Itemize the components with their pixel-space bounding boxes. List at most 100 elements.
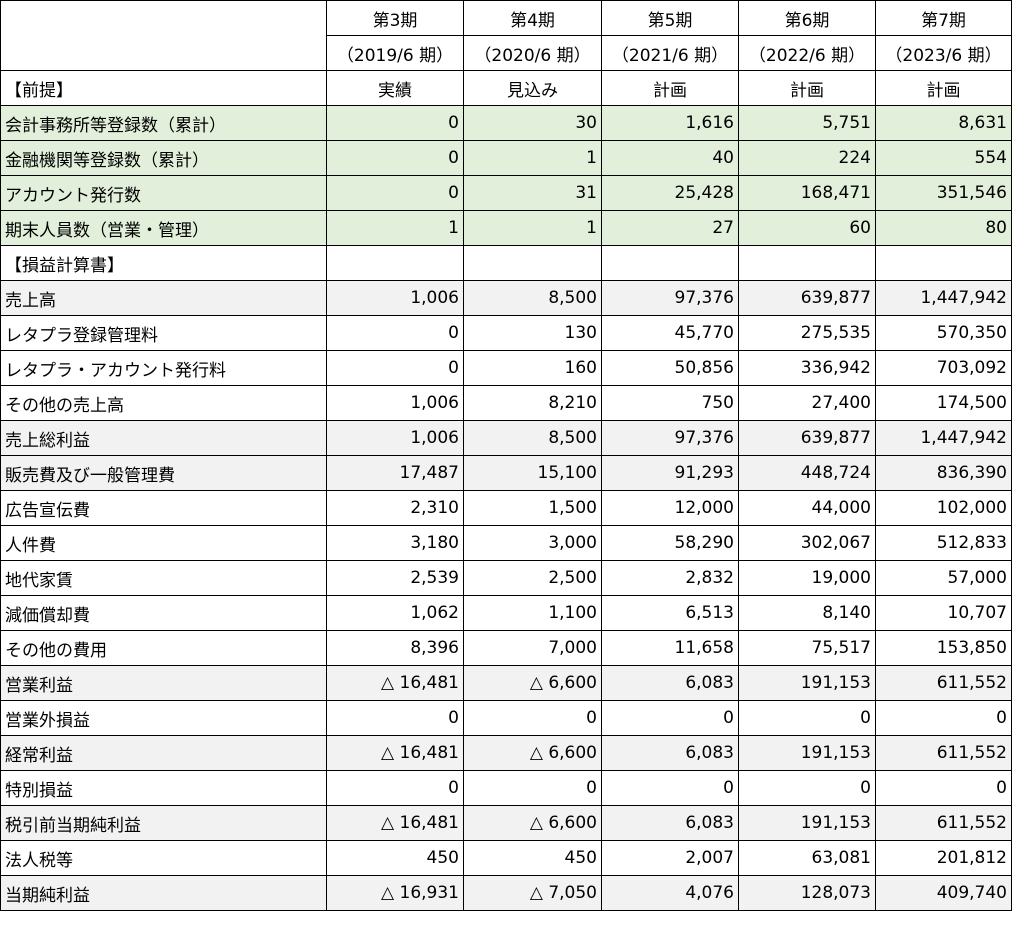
header-fiscal-year: （2023/6 期）	[875, 35, 1012, 71]
cell-value: 50,856	[601, 350, 739, 386]
cell-value: 0	[738, 700, 876, 736]
cell-value: 1,006	[326, 385, 464, 421]
row-label: 営業外損益	[0, 700, 327, 736]
row-label: 広告宣伝費	[0, 490, 327, 526]
cell-value: 0	[326, 140, 464, 176]
pl-detail-row: 特別損益 0 0 0 0 0	[0, 770, 1012, 806]
cell-value: 450	[463, 840, 602, 876]
header-period: 第6期	[738, 0, 876, 36]
cell-value: 45,770	[601, 315, 739, 351]
financial-plan-table: 第3期 第4期 第5期 第6期 第7期 （2019/6 期） （2020/6 期…	[0, 0, 1012, 911]
pl-total-row: 売上高 1,006 8,500 97,376 639,877 1,447,942	[0, 280, 1012, 316]
cell-value: 5,751	[738, 105, 876, 141]
record-type: 実績	[326, 70, 464, 106]
cell-value: 191,153	[738, 805, 876, 841]
row-label: 税引前当期純利益	[0, 805, 327, 841]
cell-value: 0	[326, 350, 464, 386]
pl-detail-row: その他の費用 8,396 7,000 11,658 75,517 153,850	[0, 630, 1012, 666]
empty-cell	[326, 245, 464, 281]
cell-value: △ 16,481	[326, 805, 464, 841]
cell-value: 1	[463, 140, 602, 176]
cell-value: 1	[326, 210, 464, 246]
cell-value: 554	[875, 140, 1012, 176]
cell-value: 160	[463, 350, 602, 386]
cell-value: 130	[463, 315, 602, 351]
cell-value: 58,290	[601, 525, 739, 561]
kpi-row: 期末人員数（営業・管理） 1 1 27 60 80	[0, 210, 1012, 246]
row-label: 売上高	[0, 280, 327, 316]
cell-value: 750	[601, 385, 739, 421]
cell-value: △ 6,600	[463, 665, 602, 701]
cell-value: 0	[875, 700, 1012, 736]
cell-value: 336,942	[738, 350, 876, 386]
row-label: レタプラ・アカウント発行料	[0, 350, 327, 386]
header-period: 第7期	[875, 0, 1012, 36]
header-period: 第3期	[326, 0, 464, 36]
cell-value: 97,376	[601, 420, 739, 456]
pl-detail-row: 営業外損益 0 0 0 0 0	[0, 700, 1012, 736]
cell-value: △ 16,481	[326, 665, 464, 701]
cell-value: 275,535	[738, 315, 876, 351]
pl-detail-row: レタプラ・アカウント発行料 0 160 50,856 336,942 703,0…	[0, 350, 1012, 386]
cell-value: 0	[326, 770, 464, 806]
row-label: 売上総利益	[0, 420, 327, 456]
cell-value: 63,081	[738, 840, 876, 876]
pl-detail-row: 法人税等 450 450 2,007 63,081 201,812	[0, 840, 1012, 876]
cell-value: 224	[738, 140, 876, 176]
cell-value: 31	[463, 175, 602, 211]
cell-value: △ 6,600	[463, 735, 602, 771]
header-fiscal-year: （2022/6 期）	[738, 35, 876, 71]
header-period: 第5期	[601, 0, 739, 36]
pl-detail-row: 減価償却費 1,062 1,100 6,513 8,140 10,707	[0, 595, 1012, 631]
cell-value: 91,293	[601, 455, 739, 491]
cell-value: 191,153	[738, 665, 876, 701]
cell-value: 409,740	[875, 875, 1012, 911]
pl-total-row: 税引前当期純利益 △ 16,481 △ 6,600 6,083 191,153 …	[0, 805, 1012, 841]
cell-value: 0	[601, 700, 739, 736]
cell-value: 8,396	[326, 630, 464, 666]
row-label: 金融機関等登録数（累計）	[0, 140, 327, 176]
cell-value: 1,006	[326, 420, 464, 456]
pl-total-row: 売上総利益 1,006 8,500 97,376 639,877 1,447,9…	[0, 420, 1012, 456]
header-period-row: 第3期 第4期 第5期 第6期 第7期	[0, 0, 1012, 71]
record-type: 計画	[738, 70, 876, 106]
empty-cell	[875, 245, 1012, 281]
row-label: 特別損益	[0, 770, 327, 806]
row-label: レタプラ登録管理料	[0, 315, 327, 351]
cell-value: 639,877	[738, 420, 876, 456]
cell-value: 0	[463, 770, 602, 806]
cell-value: 302,067	[738, 525, 876, 561]
empty-cell	[738, 245, 876, 281]
cell-value: 703,092	[875, 350, 1012, 386]
row-label: 減価償却費	[0, 595, 327, 631]
cell-value: 0	[738, 770, 876, 806]
cell-value: 3,000	[463, 525, 602, 561]
section-title-pl: 【損益計算書】	[0, 245, 327, 281]
cell-value: 1,616	[601, 105, 739, 141]
cell-value: 97,376	[601, 280, 739, 316]
header-fiscal-year: （2019/6 期）	[326, 35, 464, 71]
cell-value: 0	[326, 315, 464, 351]
row-label: その他の費用	[0, 630, 327, 666]
cell-value: 201,812	[875, 840, 1012, 876]
cell-value: 80	[875, 210, 1012, 246]
cell-value: 2,500	[463, 560, 602, 596]
cell-value: 351,546	[875, 175, 1012, 211]
cell-value: 57,000	[875, 560, 1012, 596]
cell-value: 0	[326, 700, 464, 736]
cell-value: △ 16,481	[326, 735, 464, 771]
header-fiscal-year: （2021/6 期）	[601, 35, 739, 71]
pl-detail-row: 地代家賃 2,539 2,500 2,832 19,000 57,000	[0, 560, 1012, 596]
cell-value: 30	[463, 105, 602, 141]
row-label: 当期純利益	[0, 875, 327, 911]
row-label: アカウント発行数	[0, 175, 327, 211]
premise-row: 【前提】 実績 見込み 計画 計画 計画	[0, 70, 1012, 106]
cell-value: 75,517	[738, 630, 876, 666]
pl-detail-row: 人件費 3,180 3,000 58,290 302,067 512,833	[0, 525, 1012, 561]
pl-total-row: 経常利益 △ 16,481 △ 6,600 6,083 191,153 611,…	[0, 735, 1012, 771]
cell-value: 1,006	[326, 280, 464, 316]
cell-value: 168,471	[738, 175, 876, 211]
cell-value: 8,500	[463, 280, 602, 316]
cell-value: 836,390	[875, 455, 1012, 491]
cell-value: 60	[738, 210, 876, 246]
